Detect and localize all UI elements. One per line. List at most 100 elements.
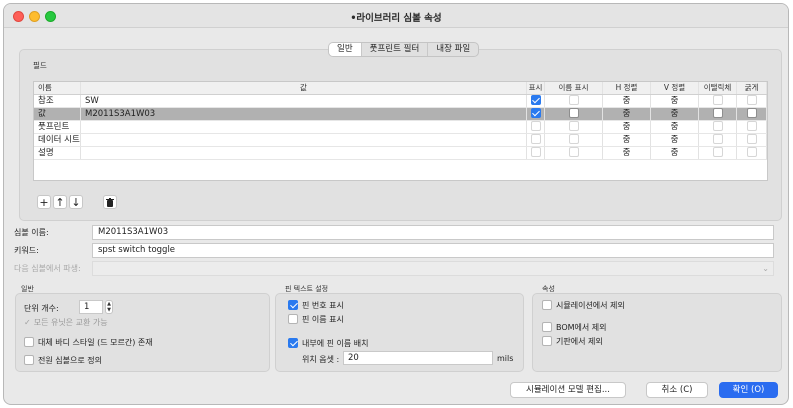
- show-pin-numbers-option[interactable]: 핀 번호 표시: [288, 299, 344, 311]
- col-header-italic[interactable]: 이탤릭체: [699, 82, 737, 94]
- show-cell: [527, 134, 545, 146]
- exclude-board-checkbox[interactable]: [542, 335, 552, 346]
- field-value-cell[interactable]: [81, 134, 527, 146]
- v-align-cell[interactable]: 중: [651, 134, 699, 146]
- show-checkbox[interactable]: [530, 95, 541, 105]
- exclude-simulation-option[interactable]: 시뮬레이션에서 제외: [542, 299, 625, 311]
- place-names-inside-option[interactable]: 내부에 핀 이름 배치: [288, 337, 369, 349]
- col-header-name[interactable]: 이름: [34, 82, 81, 94]
- bold-cell: [737, 95, 767, 107]
- bold-checkbox[interactable]: [746, 147, 757, 157]
- italic-checkbox[interactable]: [712, 147, 723, 157]
- h-align-cell[interactable]: 중: [603, 95, 651, 107]
- show-name-checkbox[interactable]: [568, 147, 579, 157]
- italic-checkbox[interactable]: [712, 121, 723, 131]
- show-pin-names-option[interactable]: 핀 이름 표시: [288, 313, 344, 325]
- field-value-cell[interactable]: M2011S3A1W03: [81, 108, 527, 120]
- table-row[interactable]: 데이터 시트 중 중: [34, 134, 767, 147]
- table-row[interactable]: 참조 SW 중 중: [34, 95, 767, 108]
- offset-input[interactable]: 20: [343, 351, 493, 365]
- field-name-cell[interactable]: 값: [34, 108, 81, 120]
- italic-cell: [699, 134, 737, 146]
- exclude-board-option[interactable]: 기판에서 제외: [542, 335, 603, 347]
- show-checkbox[interactable]: [530, 147, 541, 157]
- show-checkbox[interactable]: [530, 121, 541, 131]
- trash-icon[interactable]: [103, 195, 117, 209]
- symbol-name-input[interactable]: M2011S3A1W03: [92, 225, 774, 240]
- v-align-cell[interactable]: 중: [651, 121, 699, 133]
- exclude-simulation-checkbox[interactable]: [542, 299, 552, 310]
- show-pin-names-checkbox[interactable]: [288, 313, 298, 324]
- pin-text-group: 핀 번호 표시 핀 이름 표시 내부에 핀 이름 배치 위치 옵셋 : 20 m…: [275, 293, 524, 372]
- show-name-checkbox[interactable]: [568, 121, 579, 131]
- col-header-h-align[interactable]: H 정렬: [603, 82, 651, 94]
- show-name-cell: [545, 121, 603, 133]
- edit-sim-model-button[interactable]: 시뮬레이션 모델 편집...: [510, 382, 626, 398]
- alternate-body-style-option[interactable]: 대체 바디 스타일 (드 모르간) 존재: [24, 336, 153, 348]
- col-header-show-name[interactable]: 이름 표시: [545, 82, 603, 94]
- arrow-up-icon[interactable]: ↑: [53, 195, 67, 209]
- exclude-bom-option[interactable]: BOM에서 제외: [542, 321, 607, 333]
- field-value-cell[interactable]: SW: [81, 95, 527, 107]
- h-align-cell[interactable]: 중: [603, 121, 651, 133]
- plus-icon[interactable]: +: [37, 195, 51, 209]
- col-header-value[interactable]: 값: [81, 82, 527, 94]
- show-cell: [527, 95, 545, 107]
- table-row[interactable]: 풋프린트 중 중: [34, 121, 767, 134]
- arrow-down-icon[interactable]: ↓: [69, 195, 83, 209]
- show-name-checkbox[interactable]: [568, 134, 579, 144]
- field-value-cell[interactable]: [81, 121, 527, 133]
- h-align-cell[interactable]: 중: [603, 134, 651, 146]
- v-align-cell[interactable]: 중: [651, 108, 699, 120]
- field-name-cell[interactable]: 설명: [34, 147, 81, 159]
- table-row[interactable]: 설명 중 중: [34, 147, 767, 160]
- h-align-cell[interactable]: 중: [603, 147, 651, 159]
- italic-cell: [699, 121, 737, 133]
- field-value-cell[interactable]: [81, 147, 527, 159]
- all-units-interchangeable-option: ✓ 모든 유닛은 교환 가능: [24, 318, 108, 327]
- h-align-cell[interactable]: 중: [603, 108, 651, 120]
- bold-checkbox[interactable]: [746, 121, 757, 131]
- show-pin-numbers-checkbox[interactable]: [288, 299, 298, 310]
- unit-count-input[interactable]: 1: [79, 300, 103, 314]
- general-group: 단위 개수: 1 ▲ ▼ ✓ 모든 유닛은 교환 가능 대체 바디 스타일 (드 모…: [15, 293, 270, 372]
- place-names-inside-checkbox[interactable]: [288, 337, 298, 348]
- show-name-checkbox[interactable]: [568, 108, 579, 118]
- col-header-bold[interactable]: 굵게: [737, 82, 767, 94]
- field-name-cell[interactable]: 데이터 시트: [34, 134, 81, 146]
- col-header-show[interactable]: 표시: [527, 82, 545, 94]
- bold-checkbox[interactable]: [746, 134, 757, 144]
- bold-checkbox[interactable]: [746, 108, 757, 118]
- field-name-cell[interactable]: 참조: [34, 95, 81, 107]
- tab-footprint-filter[interactable]: 풋프린트 필터: [362, 43, 429, 56]
- show-checkbox[interactable]: [530, 108, 541, 118]
- italic-checkbox[interactable]: [712, 95, 723, 105]
- ok-button[interactable]: 확인 (O): [719, 382, 778, 398]
- show-name-cell: [545, 134, 603, 146]
- v-align-cell[interactable]: 중: [651, 95, 699, 107]
- power-symbol-option[interactable]: 전원 심볼으로 정의: [24, 354, 102, 366]
- exclude-bom-checkbox[interactable]: [542, 321, 552, 332]
- show-name-cell: [545, 147, 603, 159]
- power-symbol-checkbox[interactable]: [24, 354, 34, 365]
- italic-cell: [699, 95, 737, 107]
- italic-checkbox[interactable]: [712, 134, 723, 144]
- cancel-button[interactable]: 취소 (C): [646, 382, 708, 398]
- tab-embedded-files[interactable]: 내장 파일: [428, 43, 478, 56]
- italic-checkbox[interactable]: [712, 108, 723, 118]
- keywords-input[interactable]: spst switch toggle: [92, 243, 774, 258]
- fields-section-label: 필드: [33, 61, 47, 70]
- unit-count-stepper[interactable]: ▲ ▼: [105, 300, 113, 314]
- v-align-cell[interactable]: 중: [651, 147, 699, 159]
- show-name-checkbox[interactable]: [568, 95, 579, 105]
- offset-unit: mils: [497, 354, 514, 363]
- alternate-body-style-checkbox[interactable]: [24, 336, 34, 347]
- tab-general[interactable]: 일반: [329, 43, 362, 56]
- field-name-cell[interactable]: 풋프린트: [34, 121, 81, 133]
- bold-cell: [737, 134, 767, 146]
- table-row[interactable]: 값 M2011S3A1W03 중 중: [34, 108, 767, 121]
- col-header-v-align[interactable]: V 정렬: [651, 82, 699, 94]
- bold-checkbox[interactable]: [746, 95, 757, 105]
- show-checkbox[interactable]: [530, 134, 541, 144]
- symbol-name-label: 심볼 이름:: [14, 228, 49, 237]
